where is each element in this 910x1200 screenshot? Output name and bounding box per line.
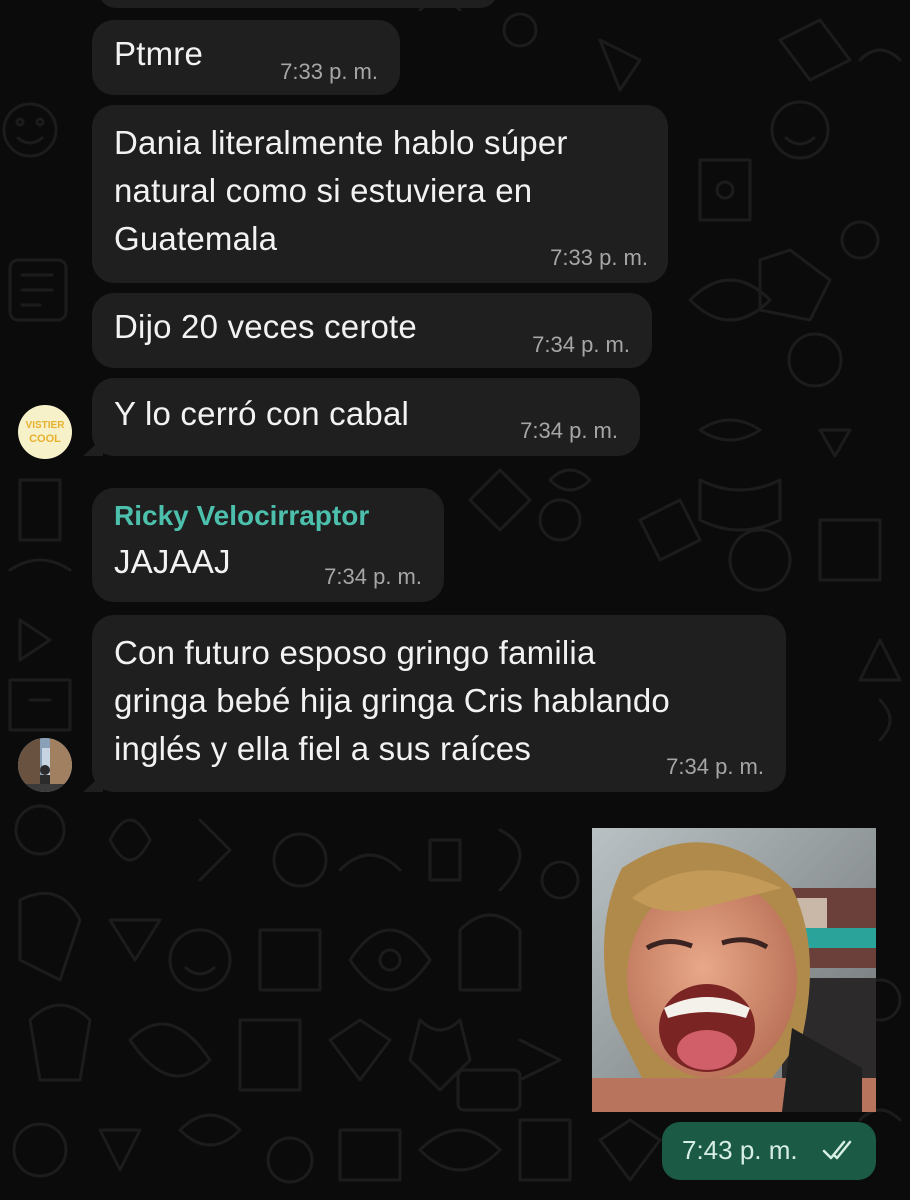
sticker-avatar[interactable]: VISTIER COOL [18, 405, 72, 459]
message-time: 7:43 p. m. [682, 1135, 798, 1165]
message-text-line: Dania literalmente hablo súper [114, 124, 568, 161]
message-time: 7:33 p. m. [550, 245, 648, 270]
message-time: 7:34 p. m. [520, 418, 618, 443]
sticker-avatar-line-2: COOL [29, 433, 61, 445]
message-time: 7:33 p. m. [280, 59, 378, 84]
message-text: Dijo 20 veces cerote [114, 308, 417, 345]
message-text-line: Con futuro esposo gringo familia [114, 634, 596, 671]
photo-message[interactable] [592, 828, 876, 1112]
message-text: Ptmre [114, 35, 204, 72]
message-bubble[interactable]: Dania literalmente hablo súper natural c… [92, 105, 668, 283]
photo-message-image [592, 828, 876, 1112]
message-text-line: Guatemala [114, 220, 278, 257]
sender-name[interactable]: Ricky Velocirraptor [114, 498, 369, 534]
message-bubble[interactable]: Y lo cerró con cabal 7:34 p. m. [92, 378, 640, 456]
message-text: Y lo cerró con cabal [114, 395, 410, 432]
message-time: 7:34 p. m. [532, 332, 630, 357]
message-text: Con futuro esposo gringo familia gringa … [114, 629, 670, 773]
message-bubble[interactable]: Con futuro esposo gringo familia gringa … [92, 615, 786, 792]
outgoing-status-bubble[interactable]: 7:43 p. m. [662, 1122, 876, 1180]
message-text: JAJAAJ [114, 543, 231, 580]
message-bubble[interactable]: Ricky Velocirraptor JAJAAJ 7:34 p. m. [92, 488, 444, 602]
message-text-line: gringa bebé hija gringa Cris hablando [114, 682, 670, 719]
message-bubble[interactable]: Dijo 20 veces cerote 7:34 p. m. [92, 293, 652, 368]
sticker-avatar-line-1: VISTIER [26, 420, 66, 431]
message-text-line: natural como si estuviera en [114, 172, 533, 209]
message-text: Dania literalmente hablo súper natural c… [114, 119, 568, 263]
message-text-line: inglés y ella fiel a sus raíces [114, 730, 532, 767]
photo-avatar-image [18, 738, 72, 792]
sticker-avatar-art: VISTIER COOL [19, 406, 71, 458]
message-bubble[interactable]: Ptmre 7:33 p. m. [92, 20, 400, 95]
message-time: 7:34 p. m. [666, 754, 764, 779]
message-time: 7:34 p. m. [324, 564, 422, 589]
previous-message-bubble-edge [98, 0, 498, 8]
double-check-icon [822, 1138, 858, 1167]
photo-avatar[interactable] [18, 738, 72, 792]
